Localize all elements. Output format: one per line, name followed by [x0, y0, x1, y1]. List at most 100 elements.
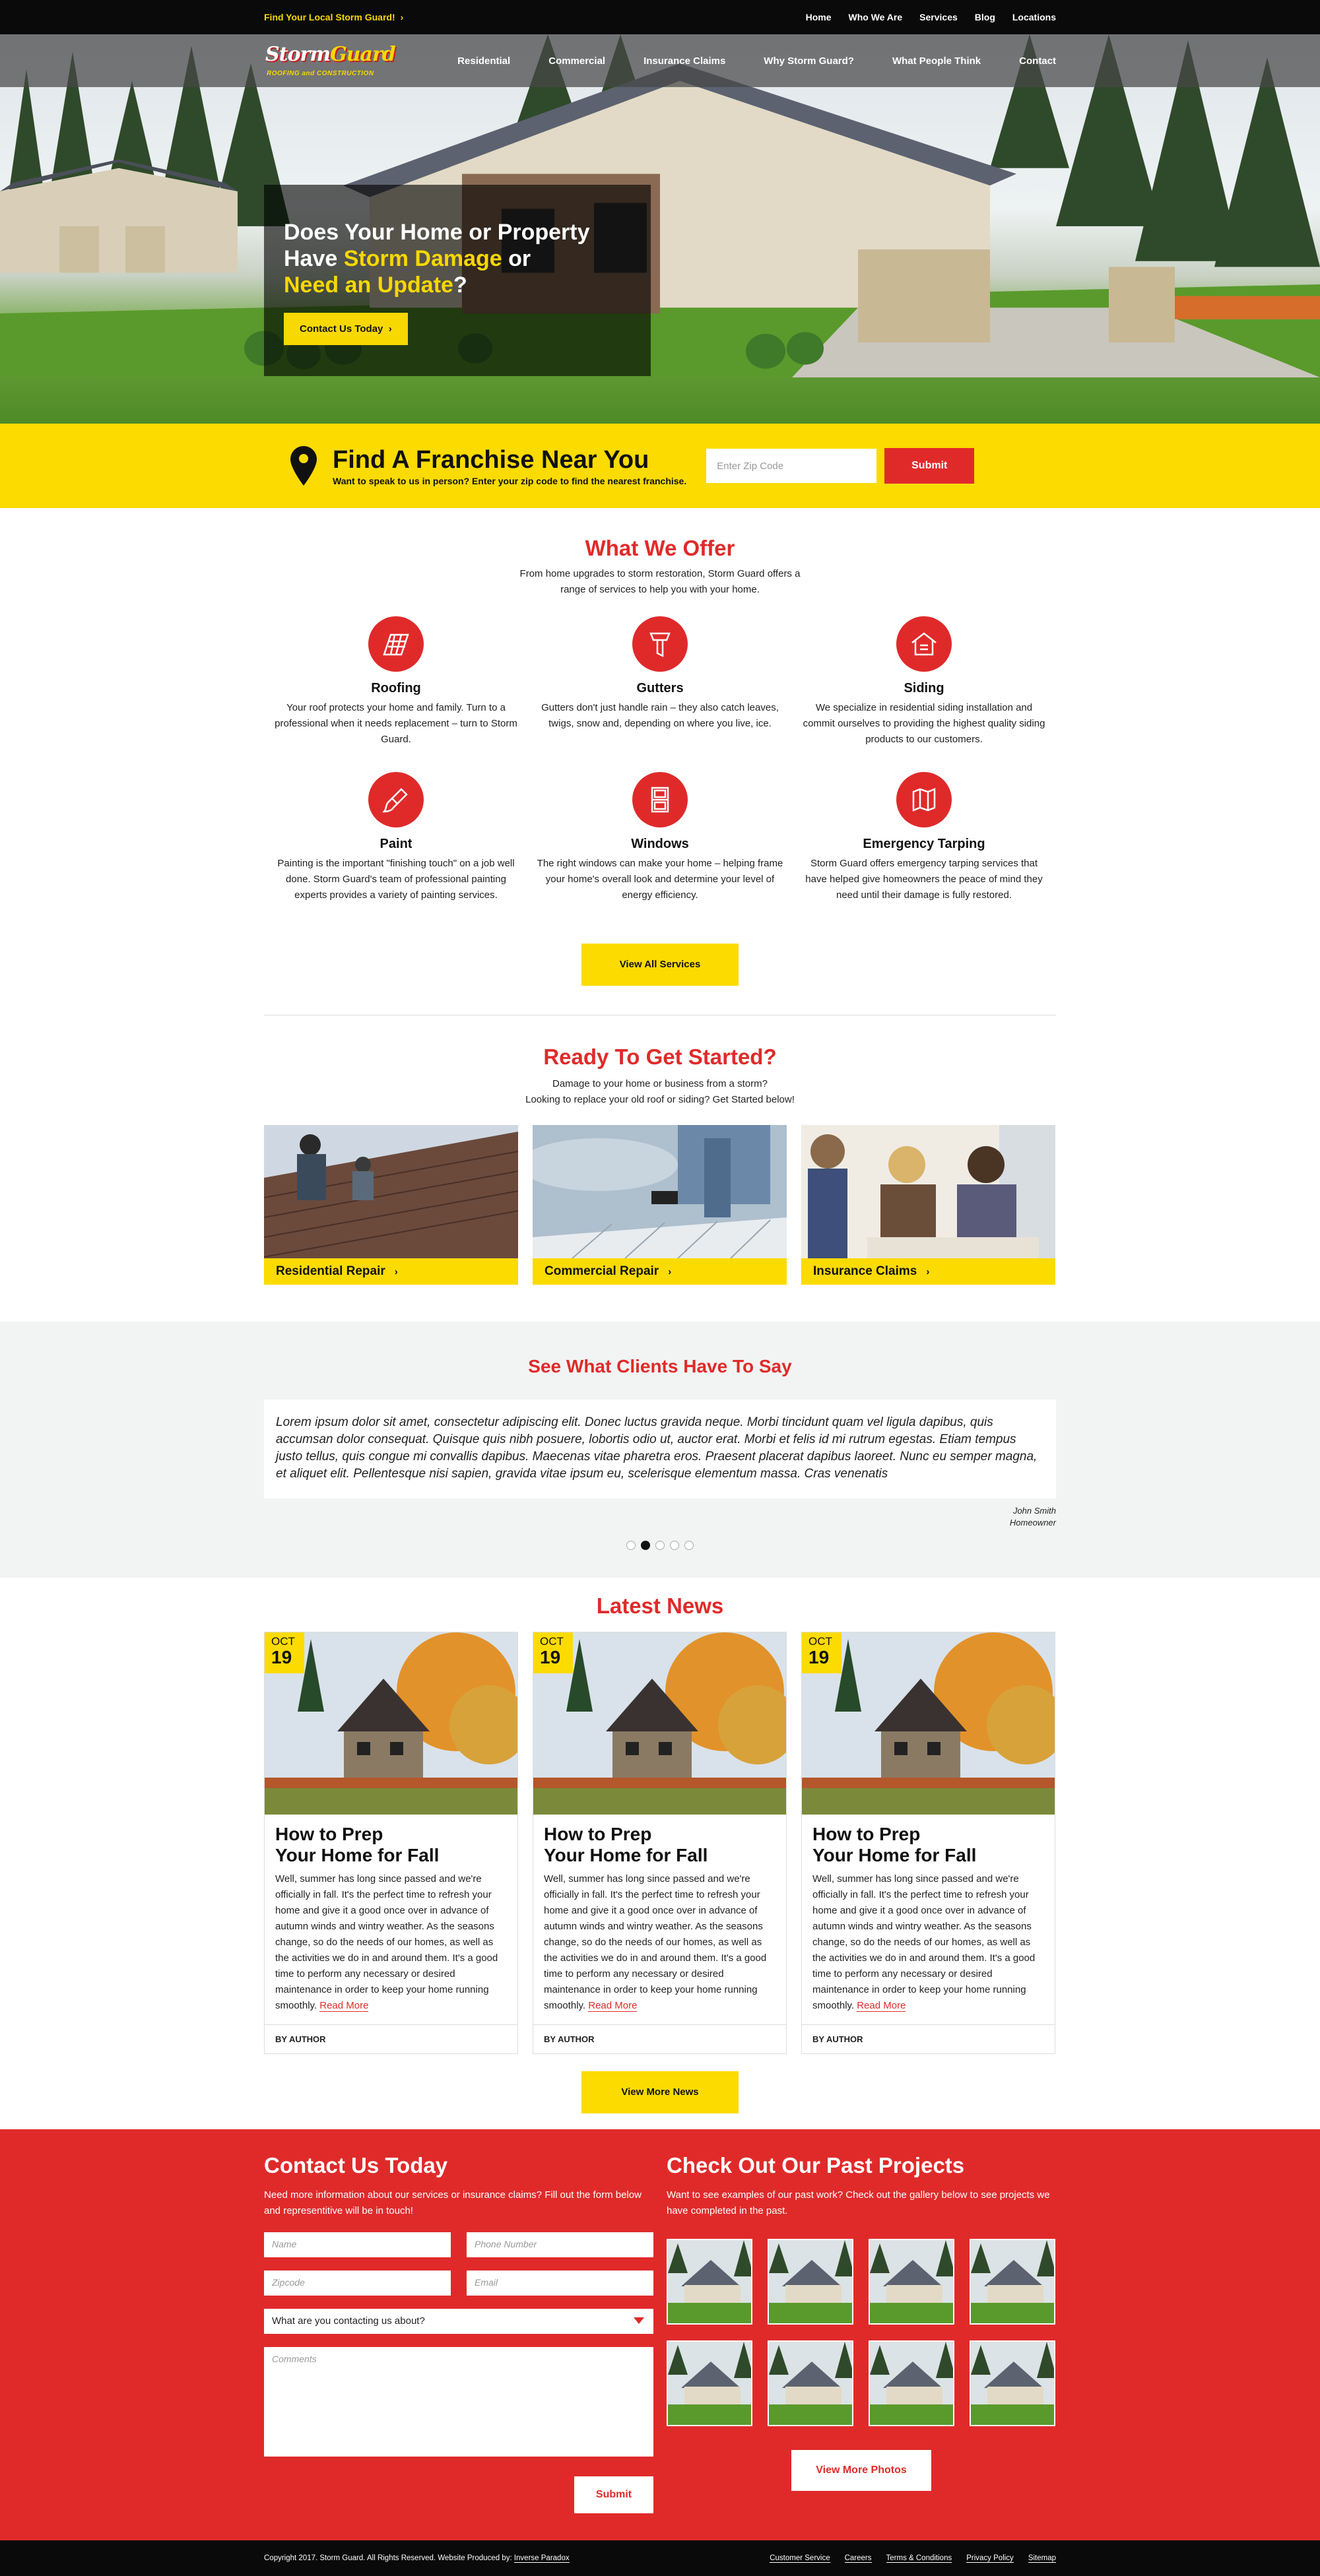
read-more-link[interactable]: Read More: [588, 2000, 638, 2012]
service-gutters[interactable]: Gutters Gutters don't just handle rain –…: [528, 616, 792, 772]
news-card[interactable]: OCT 19 How to Prep Your Home for Fall We…: [801, 1632, 1055, 2054]
contact-projects-section: Contact Us Today Need more information a…: [0, 2129, 1320, 2548]
testimonial-author: John Smith: [1012, 1506, 1056, 1516]
project-thumbnail[interactable]: [970, 2239, 1055, 2325]
contact-reason-select[interactable]: What are you contacting us about?: [264, 2309, 653, 2334]
contact-us-button[interactable]: Contact Us Today ›: [284, 313, 408, 345]
top-link-blog[interactable]: Blog: [975, 12, 995, 22]
caret-down-icon: [634, 2317, 644, 2324]
footer-link-careers[interactable]: Careers: [844, 2554, 872, 2563]
get-started-cards: Residential Repair› Commercial Repair›: [264, 1125, 1056, 1285]
nav-insurance-claims[interactable]: Insurance Claims: [644, 55, 725, 67]
news-card[interactable]: OCT 19 How to Prep Your Home for Fall We…: [533, 1632, 787, 2054]
zip-code-input[interactable]: Enter Zip Code: [706, 449, 877, 483]
top-link-who-we-are[interactable]: Who We Are: [848, 12, 902, 22]
service-emergency-tarping[interactable]: Emergency Tarping Storm Guard offers eme…: [792, 772, 1056, 928]
project-thumbnail[interactable]: [667, 2340, 752, 2426]
service-siding[interactable]: Siding We specialize in residential sidi…: [792, 616, 1056, 772]
nav-what-people-think[interactable]: What People Think: [892, 55, 981, 67]
testimonials-title: See What Clients Have To Say: [528, 1356, 792, 1376]
chevron-right-icon: ›: [388, 323, 392, 335]
worker-drill-photo: [533, 1125, 787, 1258]
comments-field[interactable]: Comments: [264, 2347, 653, 2457]
project-thumbnail[interactable]: [768, 2239, 853, 2325]
contact-text: Need more information about our services…: [264, 2189, 642, 2216]
project-thumbnail[interactable]: [869, 2340, 954, 2426]
services-grid: Roofing Your roof protects your home and…: [264, 616, 1056, 928]
carousel-dot-active[interactable]: [641, 1541, 650, 1550]
news-card[interactable]: OCT 19 How to Prep Your Home for Fall We…: [264, 1632, 518, 2054]
contact-form: Contact Us Today Need more information a…: [264, 2153, 653, 2513]
view-all-services-button[interactable]: View All Services: [581, 944, 739, 986]
producer-link[interactable]: Inverse Paradox: [513, 2554, 570, 2563]
offer-title: What We Offer: [585, 536, 735, 560]
window-icon: [632, 772, 688, 827]
past-projects: Check Out Our Past Projects Want to see …: [667, 2153, 1056, 2513]
tarp-icon: [896, 772, 952, 827]
hero: StormGuard ROOFING and CONSTRUCTION Resi…: [0, 34, 1320, 424]
paint-brush-icon: [368, 772, 424, 827]
residential-repair-card[interactable]: Residential Repair ›: [264, 1125, 518, 1285]
projects-title: Check Out Our Past Projects: [667, 2153, 965, 2177]
news-author: BY AUTHOR: [265, 2024, 517, 2053]
nav-contact[interactable]: Contact: [1019, 55, 1056, 67]
chevron-right-icon: ›: [400, 12, 404, 22]
get-started-section: Ready To Get Started? Damage to your hom…: [0, 1015, 1320, 1285]
carousel-dot[interactable]: [626, 1541, 636, 1550]
read-more-link[interactable]: Read More: [857, 2000, 906, 2012]
footer-link-privacy[interactable]: Privacy Policy: [966, 2554, 1014, 2563]
footer-link-terms[interactable]: Terms & Conditions: [886, 2554, 952, 2563]
chevron-right-icon: ›: [668, 1266, 672, 1277]
started-line1: Damage to your home or business from a s…: [552, 1078, 768, 1089]
view-more-news-button[interactable]: View More News: [581, 2071, 739, 2113]
project-thumbnail[interactable]: [768, 2340, 853, 2426]
zipcode-field[interactable]: Zipcode: [264, 2270, 451, 2296]
franchise-submit-button[interactable]: Submit: [884, 448, 975, 484]
nav-commercial[interactable]: Commercial: [548, 55, 605, 67]
carousel-dot[interactable]: [684, 1541, 694, 1550]
started-title: Ready To Get Started?: [543, 1045, 777, 1069]
footer: Copyright 2017. Storm Guard. All Rights …: [0, 2540, 1320, 2576]
carousel-dot[interactable]: [655, 1541, 665, 1550]
chevron-right-icon: ›: [394, 1266, 398, 1277]
date-badge: OCT 19: [265, 1632, 304, 1673]
name-field[interactable]: Name: [264, 2232, 451, 2257]
gutters-icon: [632, 616, 688, 672]
commercial-repair-card[interactable]: Commercial Repair ›: [533, 1125, 787, 1285]
service-paint[interactable]: Paint Painting is the important "finishi…: [264, 772, 528, 928]
phone-field[interactable]: Phone Number: [467, 2232, 653, 2257]
project-thumbnail[interactable]: [869, 2239, 954, 2325]
find-local-link[interactable]: Find Your Local Storm Guard! ›: [264, 12, 403, 22]
roofing-icon: [368, 616, 424, 672]
top-links: Home Who We Are Services Blog Locations: [806, 12, 1056, 22]
hero-headline: Does Your Home or Property Have Storm Da…: [284, 220, 590, 298]
email-field[interactable]: Email: [467, 2270, 653, 2296]
top-link-home[interactable]: Home: [806, 12, 832, 22]
contact-submit-button[interactable]: Submit: [574, 2476, 653, 2513]
project-thumbnail[interactable]: [667, 2239, 752, 2325]
footer-link-customer-service[interactable]: Customer Service: [770, 2554, 830, 2563]
read-more-link[interactable]: Read More: [319, 2000, 369, 2012]
top-link-locations[interactable]: Locations: [1012, 12, 1056, 22]
nav-why-storm-guard[interactable]: Why Storm Guard?: [764, 55, 854, 67]
insurance-claims-card[interactable]: Insurance Claims ›: [801, 1125, 1055, 1285]
nav-residential[interactable]: Residential: [457, 55, 510, 67]
project-thumbnail[interactable]: [970, 2340, 1055, 2426]
top-link-services[interactable]: Services: [919, 12, 958, 22]
autumn-house-photo: OCT 19: [533, 1632, 786, 1815]
autumn-house-photo: OCT 19: [802, 1632, 1055, 1815]
news-author: BY AUTHOR: [533, 2024, 786, 2053]
carousel-dot[interactable]: [670, 1541, 679, 1550]
service-roofing[interactable]: Roofing Your roof protects your home and…: [264, 616, 528, 772]
offer-intro: From home upgrades to storm restoration,…: [519, 568, 801, 595]
hero-callout: Does Your Home or Property Have Storm Da…: [264, 185, 651, 376]
projects-gallery: [667, 2239, 1056, 2426]
projects-text: Want to see examples of our past work? C…: [667, 2189, 1050, 2216]
testimonials-section: See What Clients Have To Say Lorem ipsum…: [0, 1322, 1320, 1578]
service-windows[interactable]: Windows The right windows can make your …: [528, 772, 792, 928]
franchise-title: Find A Franchise Near You: [333, 445, 649, 474]
footer-link-sitemap[interactable]: Sitemap: [1028, 2554, 1056, 2563]
view-more-photos-button[interactable]: View More Photos: [791, 2450, 931, 2491]
testimonial-role: Homeowner: [1009, 1518, 1056, 1528]
storm-guard-logo[interactable]: StormGuard ROOFING and CONSTRUCTION: [264, 42, 396, 80]
